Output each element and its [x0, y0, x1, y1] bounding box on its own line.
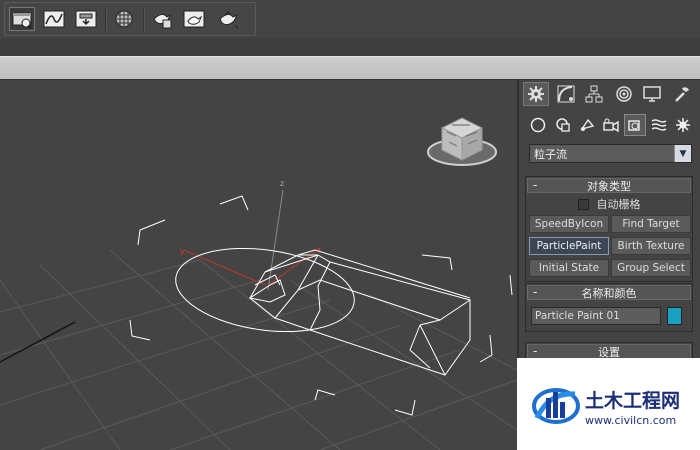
helpers-icon: [628, 120, 640, 131]
collapse-icon: -: [533, 344, 538, 358]
hierarchy-tab-icon: [585, 85, 603, 103]
name-row: Particle Paint 01: [526, 301, 692, 331]
category-systems[interactable]: [672, 114, 694, 136]
name-color-rollout: - 名称和颜色 Particle Paint 01: [525, 283, 693, 332]
category-lights[interactable]: [576, 114, 598, 136]
home-grid: [0, 249, 517, 450]
render-setup-icon: [153, 13, 172, 29]
tab-display[interactable]: [639, 82, 665, 106]
name-color-rollout-header[interactable]: - 名称和颜色: [527, 285, 691, 300]
collapse-icon: -: [533, 285, 538, 299]
birth-texture-button[interactable]: Birth Texture: [611, 237, 691, 255]
category-shapes[interactable]: [552, 114, 574, 136]
render-button[interactable]: [215, 7, 241, 31]
tab-motion[interactable]: [611, 82, 637, 106]
rollout-title: 名称和颜色: [581, 286, 637, 300]
object-type-buttons: SpeedByIcon Find Target ParticlePaint Bi…: [526, 213, 692, 281]
speedbyicon-button[interactable]: SpeedByIcon: [529, 215, 609, 233]
tab-utilities[interactable]: [669, 82, 695, 106]
z-axis-label: z: [280, 179, 284, 188]
display-tab-icon: [643, 86, 661, 102]
schematic-view-button[interactable]: [73, 7, 99, 31]
toolbar-separator: [143, 9, 145, 31]
motion-tab-icon: [616, 86, 632, 102]
watermark-logo: 土木工程网 www.civilcn.com: [517, 358, 700, 450]
scene-explorer-button[interactable]: [9, 7, 35, 31]
render-teapot-icon: [219, 11, 239, 29]
rendered-frame-button[interactable]: [181, 7, 207, 31]
utilities-tab-icon: [675, 87, 689, 102]
object-type-rollout: - 对象类型 自动栅格 SpeedByIcon Find Target Part…: [525, 176, 693, 282]
category-cameras[interactable]: [600, 114, 622, 136]
rendered-frame-icon: [183, 10, 205, 28]
grid-axis-line: [0, 321, 76, 363]
particle-paint-wireframe[interactable]: [129, 195, 513, 416]
tab-create[interactable]: [523, 82, 549, 106]
particlepaint-button[interactable]: ParticlePaint: [529, 237, 609, 255]
autogrid-row: 自动栅格: [526, 195, 692, 213]
toolbar-group: [4, 2, 256, 36]
object-name-field[interactable]: Particle Paint 01: [531, 307, 661, 325]
command-panel-tabs: [523, 82, 699, 108]
x-axis-label: x: [317, 245, 322, 254]
group-select-button[interactable]: Group Select: [611, 259, 691, 277]
ribbon-bar: [0, 56, 700, 80]
cameras-icon: [603, 118, 619, 133]
viewport-canvas[interactable]: z y x: [0, 80, 517, 450]
civilcn-logo-icon: [532, 388, 580, 424]
main-toolbar: [0, 0, 700, 39]
initial-state-button[interactable]: Initial State: [529, 259, 609, 277]
object-color-swatch[interactable]: [667, 307, 682, 325]
watermark-name: 土木工程网: [585, 390, 681, 412]
scene-explorer-icon: [12, 12, 32, 29]
geometry-icon: [530, 117, 546, 133]
transform-gizmo[interactable]: z y x: [180, 179, 322, 291]
autogrid-checkbox[interactable]: [577, 198, 589, 210]
dropdown-value: 粒子流: [534, 147, 567, 161]
lights-icon: [580, 118, 595, 131]
watermark-url: www.civilcn.com: [585, 414, 677, 427]
space-warps-icon: [651, 119, 667, 131]
chevron-down-icon[interactable]: ▼: [674, 145, 691, 162]
settings-rollout-header[interactable]: - 设置: [527, 344, 691, 359]
material-editor-icon: [115, 10, 133, 28]
object-category-row: [527, 114, 699, 138]
curve-editor-icon: [43, 10, 65, 28]
tab-hierarchy[interactable]: [581, 82, 607, 106]
toolbar-strip: [0, 38, 700, 56]
perspective-viewport[interactable]: z y x: [0, 80, 517, 450]
category-space-warps[interactable]: [648, 114, 670, 136]
systems-icon: [676, 118, 690, 132]
material-editor-button[interactable]: [111, 7, 137, 31]
curve-editor-button[interactable]: [41, 7, 67, 31]
modify-tab-icon: [557, 85, 575, 103]
schematic-view-icon: [75, 10, 97, 28]
create-tab-icon: [528, 86, 544, 102]
shapes-icon: [556, 118, 570, 132]
tab-modify[interactable]: [553, 82, 579, 106]
object-type-dropdown[interactable]: 粒子流 ▼: [529, 144, 692, 163]
autogrid-label: 自动栅格: [596, 198, 641, 211]
rollout-title: 对象类型: [587, 179, 631, 193]
category-geometry[interactable]: [527, 114, 549, 136]
y-axis-label: y: [180, 247, 185, 256]
viewcube[interactable]: [427, 117, 497, 166]
category-helpers[interactable]: [624, 114, 646, 136]
toolbar-separator: [105, 9, 107, 31]
find-target-button[interactable]: Find Target: [611, 215, 691, 233]
render-setup-button[interactable]: [149, 7, 175, 31]
object-type-rollout-header[interactable]: - 对象类型: [527, 178, 691, 193]
collapse-icon: -: [533, 178, 538, 192]
